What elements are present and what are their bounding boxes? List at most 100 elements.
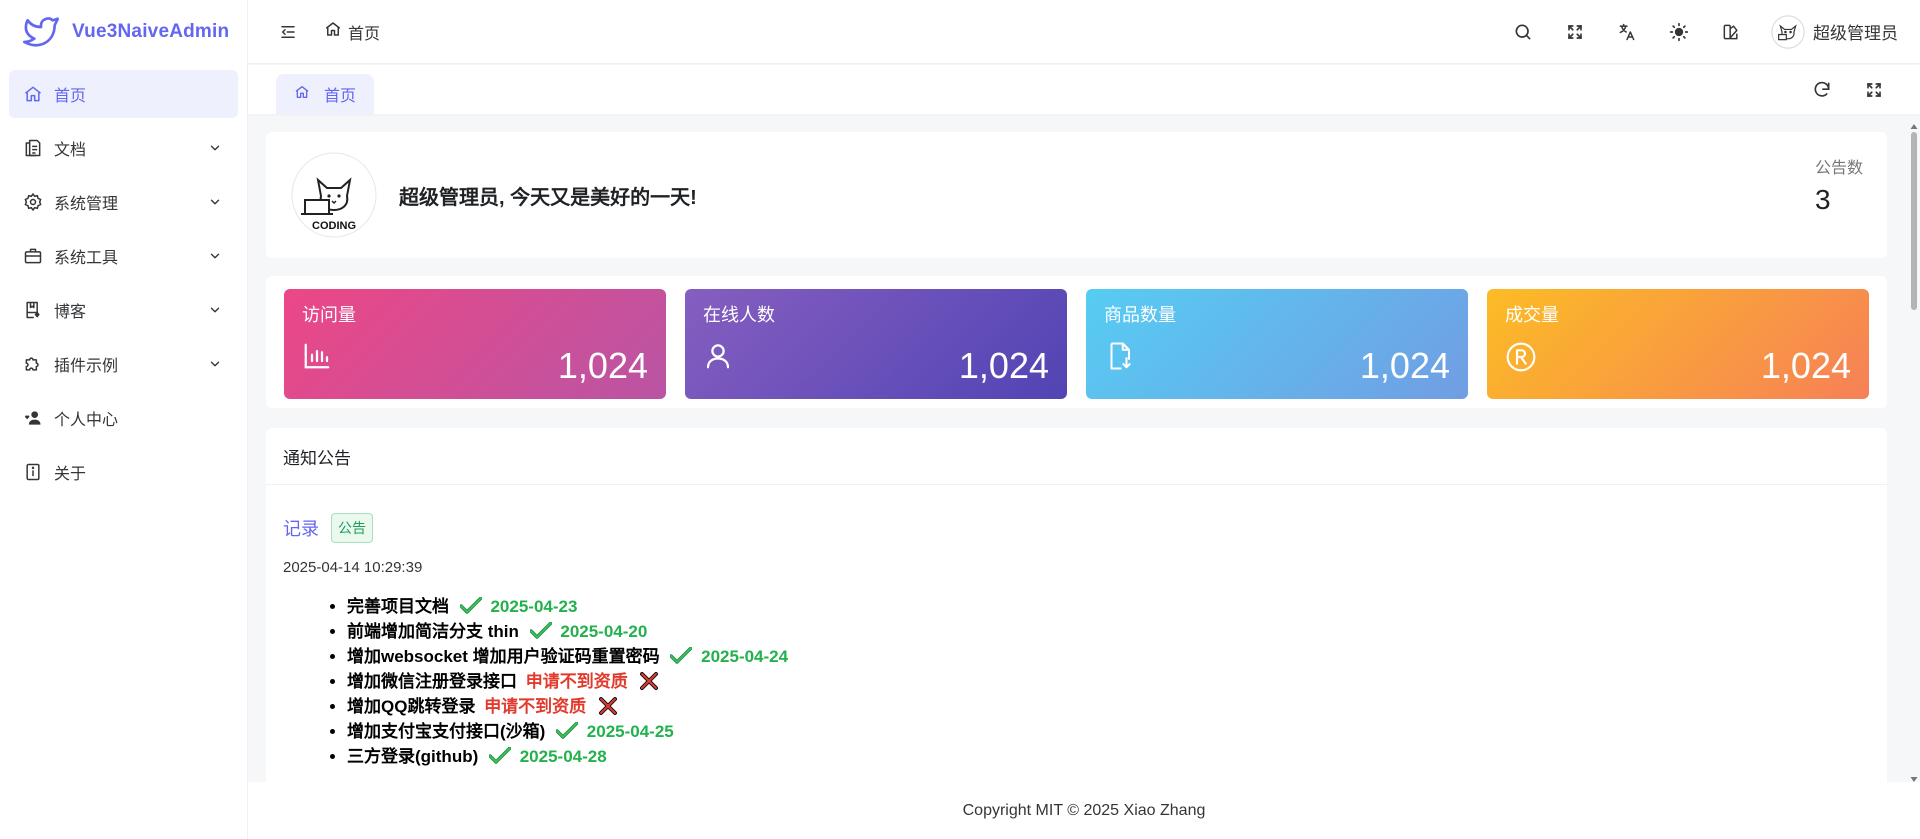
refresh-icon[interactable] [1796,65,1848,114]
item-text: 增加websocket 增加用户验证码重置密码 [347,647,660,666]
scroll-up-arrow-icon[interactable] [1910,118,1918,129]
logo[interactable]: Vue3NaiveAdmin [0,0,247,64]
file-download-icon [1104,341,1138,375]
translate-icon[interactable] [1601,0,1653,64]
header-actions: 超级管理员 [1497,0,1920,64]
sidebar-item-docs[interactable]: 文档 [9,124,238,172]
stat-label: 访问量 [302,305,356,325]
stat-transactions: 成交量 1,024 [1487,289,1869,399]
item-date: 2025-04-23 [490,597,578,616]
avatar-caption: CODING [312,220,356,232]
record-link[interactable]: 记录 [283,515,319,541]
scroll-down-arrow-icon[interactable] [1910,770,1918,782]
sidebar-item-profile[interactable]: 个人中心 [9,394,238,442]
main-content: CODING 超级管理员, 今天又是美好的一天! 公告数 3 访问量 1,024… [248,114,1908,782]
list-item: 增加websocket 增加用户验证码重置密码 2025-04-24 [347,644,1870,669]
chevron-down-icon [206,301,224,319]
toolbox-icon [22,245,44,267]
tab-home[interactable]: 首页 [276,74,375,114]
avatar [1771,14,1805,49]
stat-visits: 访问量 1,024 [284,289,666,399]
checkmark-icon [459,596,483,615]
user-heart-icon [22,407,44,429]
bird-logo-icon [20,11,62,53]
user-menu[interactable]: 超级管理员 [1771,14,1898,49]
checkmark-icon [488,746,512,765]
notice-title: 通知公告 [266,428,1887,485]
theme-palette-icon[interactable] [1705,0,1757,64]
sidebar-item-label: 系统管理 [54,196,119,213]
tab-actions [1796,65,1900,114]
info-icon [22,461,44,483]
breadcrumb-label: 首页 [348,25,381,43]
item-date: 2025-04-20 [560,622,648,641]
checkmark-icon [555,721,579,740]
breadcrumb[interactable]: 首页 [324,20,380,44]
notice-header-row: 记录 公告 [283,513,1870,543]
copyright-text: Copyright MIT © 2025 Xiao Zhang [962,801,1206,819]
stat-online-users: 在线人数 1,024 [685,289,1067,399]
sidebar-item-blog[interactable]: 博客 [9,286,238,334]
fullscreen-icon[interactable] [1848,65,1900,114]
sidebar-item-home[interactable]: 首页 [9,70,238,118]
item-date: 2025-04-24 [701,647,789,666]
item-status: 申请不到资质 [525,672,628,691]
sidebar: Vue3NaiveAdmin 首页 文档 系统管理 系统工具 博客 插件示例 个… [0,0,248,839]
sidebar-item-label: 文档 [54,142,87,159]
search-icon[interactable] [1497,0,1549,64]
chevron-down-icon [206,139,224,157]
main-scrollbar[interactable] [1908,114,1920,782]
sidebar-menu: 首页 文档 系统管理 系统工具 博客 插件示例 个人中心 关于 [0,64,247,508]
welcome-card: CODING 超级管理员, 今天又是美好的一天! 公告数 3 [266,132,1887,258]
sidebar-item-plugins[interactable]: 插件示例 [9,340,238,388]
app-title: Vue3NaiveAdmin [72,21,230,42]
fullscreen-icon[interactable] [1549,0,1601,64]
chevron-down-icon [206,193,224,211]
stat-label: 在线人数 [703,305,775,325]
item-text: 增加微信注册登录接口 [347,672,517,691]
list-item: 增加支付宝支付接口(沙箱) 2025-04-25 [347,719,1870,744]
sidebar-item-about[interactable]: 关于 [9,448,238,496]
cross-icon [638,672,660,690]
avatar: CODING [291,152,377,238]
sidebar-item-label: 插件示例 [54,358,119,375]
stat-label: 商品数量 [1104,305,1176,325]
item-date: 2025-04-25 [586,722,674,741]
greeting-text: 超级管理员, 今天又是美好的一天! [399,186,697,209]
sidebar-item-label: 首页 [54,88,87,105]
stat-value: 1,024 [1760,345,1851,386]
sidebar-item-system-tools[interactable]: 系统工具 [9,232,238,280]
item-date: 2025-04-28 [519,747,607,766]
stat-value: 1,024 [1359,345,1450,386]
list-item: 三方登录(github) 2025-04-28 [347,744,1870,769]
list-item: 前端增加简洁分支 thin 2025-04-20 [347,619,1870,644]
bar-chart-icon [302,341,336,375]
notice-count-stat: 公告数 3 [1815,154,1863,216]
notice-tag: 公告 [331,513,373,543]
home-icon [22,83,44,105]
notice-list: 完善项目文档 2025-04-23 前端增加简洁分支 thin 2025-04-… [283,594,1870,769]
notice-body: 记录 公告 2025-04-14 10:29:39 完善项目文档 2025-04… [266,485,1887,769]
list-item: 增加QQ跳转登录 申请不到资质 [347,694,1870,719]
tab-label: 首页 [324,88,357,105]
sidebar-item-system-management[interactable]: 系统管理 [9,178,238,226]
item-text: 三方登录(github) [347,747,479,766]
stats-card: 访问量 1,024 在线人数 1,024 商品数量 1,024 成交量 1,02… [266,276,1887,408]
notice-count-value: 3 [1814,184,1831,215]
menu-collapse-icon[interactable] [274,18,302,46]
theme-sun-icon[interactable] [1653,0,1705,64]
tab-bar: 首页 [248,65,1920,114]
list-item: 增加微信注册登录接口 申请不到资质 [347,669,1870,694]
top-header: 首页 超级管理员 [248,0,1920,64]
home-icon [324,20,342,43]
item-text: 前端增加简洁分支 thin [347,622,519,641]
registered-icon [1505,341,1539,375]
stat-value: 1,024 [557,345,648,386]
item-text: 增加QQ跳转登录 [347,697,476,716]
blog-icon [22,299,44,321]
sidebar-item-label: 个人中心 [54,412,119,429]
document-icon [22,137,44,159]
cross-icon [597,697,619,715]
scrollbar-thumb[interactable] [1911,132,1917,310]
list-item: 完善项目文档 2025-04-23 [347,594,1870,619]
